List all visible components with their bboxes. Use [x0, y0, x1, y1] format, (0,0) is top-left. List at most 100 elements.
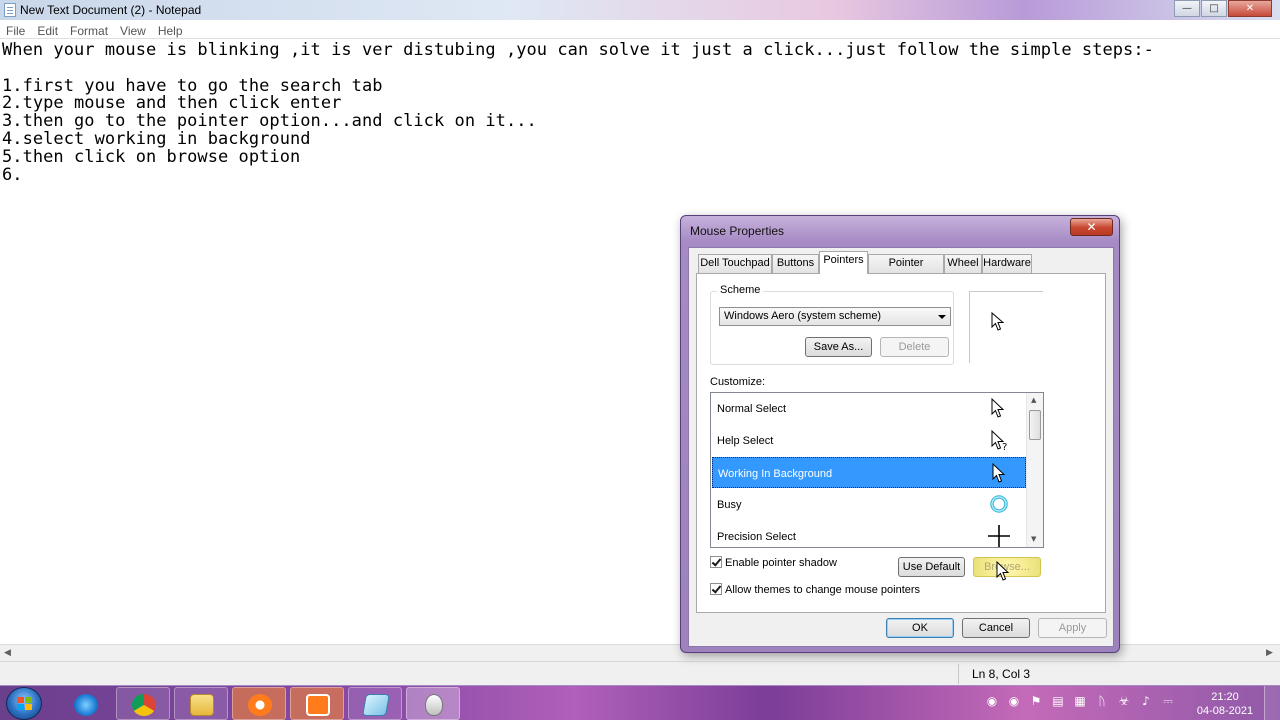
clock-time: 21:20	[1211, 691, 1239, 703]
scroll-down-icon[interactable]: ▼	[1031, 535, 1036, 543]
busy-ring-icon	[990, 495, 1008, 513]
pointer-preview	[969, 291, 1043, 363]
minimize-button[interactable]: —	[1174, 0, 1200, 17]
list-item-label: Precision Select	[717, 531, 796, 543]
list-item-selected[interactable]: Working In Background	[712, 457, 1026, 488]
save-as-button[interactable]: Save As...	[805, 337, 872, 357]
tab-pointers[interactable]: Pointers	[819, 251, 868, 274]
delete-button[interactable]: Delete	[880, 337, 949, 357]
enable-shadow-checkbox[interactable]: Enable pointer shadow	[710, 556, 837, 569]
taskbar-ie[interactable]	[58, 687, 112, 720]
status-bar: Ln 8, Col 3	[0, 661, 1280, 685]
list-item[interactable]: Help Select ?	[712, 425, 1026, 456]
menu-view[interactable]: View	[114, 22, 152, 38]
dialog-title: Mouse Properties	[690, 224, 785, 238]
notepad-title: New Text Document (2) - Notepad	[20, 3, 202, 17]
text-line: 5.then click on browse option	[2, 146, 301, 167]
notepad-icon	[4, 3, 16, 17]
notepad-taskbar-icon	[362, 694, 390, 716]
text-line: 6.	[2, 164, 23, 185]
taskbar-recorder[interactable]	[232, 687, 286, 720]
list-item-label: Busy	[717, 499, 742, 511]
mouse-icon	[425, 694, 443, 716]
use-default-button[interactable]: Use Default	[898, 557, 965, 577]
crosshair-cursor-icon	[988, 525, 1010, 547]
power-tray-icon[interactable]: ⎓	[1161, 694, 1175, 708]
cancel-button[interactable]: Cancel	[962, 618, 1030, 638]
clock[interactable]: 21:20 04-08-2021	[1196, 690, 1254, 718]
list-item[interactable]: Precision Select	[712, 521, 1026, 547]
capture-tray-icon[interactable]: ◉	[1007, 694, 1021, 708]
cursor-position: Ln 8, Col 3	[972, 667, 1031, 681]
tab-pointer-options[interactable]: Pointer Options	[868, 254, 944, 286]
scheme-value: Windows Aero (system scheme)	[724, 310, 882, 322]
list-item-label: Working In Background	[718, 468, 833, 480]
taskbar-camera[interactable]	[290, 687, 344, 720]
internet-explorer-icon	[74, 694, 98, 716]
working-cursor-icon	[992, 462, 1006, 483]
security-tray-icon[interactable]: ☣	[1117, 694, 1131, 708]
list-item[interactable]: Normal Select	[712, 393, 1026, 424]
clock-date: 04-08-2021	[1196, 705, 1254, 717]
start-button[interactable]	[6, 687, 42, 720]
menu-format[interactable]: Format	[64, 22, 114, 38]
taskbar-mouse-properties[interactable]	[406, 687, 460, 720]
chevron-down-icon	[938, 315, 946, 319]
desktop: New Text Document (2) - Notepad — □ ✕ Fi…	[0, 0, 1280, 720]
notepad-menu-bar: File Edit Format View Help	[0, 20, 1280, 39]
system-tray: ◉ ◉ ⚑ ▤ ▦ ᚢ ☣ ♪ ⎓	[985, 694, 1175, 708]
maximize-button[interactable]: □	[1201, 0, 1227, 17]
volume-tray-icon[interactable]: ♪	[1139, 694, 1153, 708]
tab-hardware[interactable]: Hardware	[982, 254, 1032, 273]
dialog-close-button[interactable]: ✕	[1070, 218, 1113, 236]
scroll-left-icon[interactable]: ◀	[4, 648, 11, 658]
taskbar-notepad[interactable]	[348, 687, 402, 720]
apply-button[interactable]: Apply	[1038, 618, 1107, 638]
scheme-label: Scheme	[717, 284, 764, 296]
show-desktop-button[interactable]	[1264, 686, 1280, 720]
scheme-group: Scheme Windows Aero (system scheme) Save…	[710, 284, 954, 365]
tab-wheel[interactable]: Wheel	[944, 254, 982, 273]
menu-file[interactable]: File	[0, 22, 31, 38]
menu-edit[interactable]: Edit	[31, 22, 64, 38]
allow-themes-checkbox[interactable]: Allow themes to change mouse pointers	[710, 583, 920, 596]
arrow-cursor-icon	[991, 397, 1005, 418]
ok-button[interactable]: OK	[886, 618, 954, 638]
mouse-properties-dialog: Mouse Properties ✕ Dell Touchpad Buttons…	[680, 215, 1120, 653]
scroll-thumb[interactable]	[1029, 410, 1041, 440]
checkbox-checked-icon	[710, 556, 722, 568]
close-button[interactable]: ✕	[1228, 0, 1272, 17]
list-item-label: Normal Select	[717, 403, 787, 415]
list-item-label: Help Select	[717, 435, 774, 447]
help-cursor-icon: ?	[991, 429, 1007, 451]
pointer-list[interactable]: Normal Select Help Select ? Working In B…	[710, 392, 1044, 548]
camera-icon	[306, 694, 330, 716]
dialog-client-area: Dell Touchpad Buttons Pointers Pointer O…	[688, 247, 1114, 647]
mouse-pointer-icon	[996, 561, 1010, 581]
status-divider	[958, 664, 959, 684]
menu-help[interactable]: Help	[152, 22, 189, 38]
arrow-cursor-icon	[991, 312, 1005, 331]
pointers-panel: Scheme Windows Aero (system scheme) Save…	[696, 273, 1106, 613]
bluetooth-tray-icon[interactable]: ᚢ	[1095, 694, 1109, 708]
flag-tray-icon[interactable]: ⚑	[1029, 694, 1043, 708]
checkbox-checked-icon	[710, 583, 722, 595]
tab-buttons[interactable]: Buttons	[772, 254, 819, 273]
scroll-right-icon[interactable]: ▶	[1266, 648, 1273, 658]
record-tray-icon[interactable]: ◉	[985, 694, 999, 708]
recorder-icon	[248, 694, 272, 716]
display-tray-icon[interactable]: ▤	[1051, 694, 1065, 708]
scheme-dropdown[interactable]: Windows Aero (system scheme)	[719, 307, 951, 326]
taskbar-chrome[interactable]	[116, 687, 170, 720]
taskbar-explorer[interactable]	[174, 687, 228, 720]
svg-text:?: ?	[1002, 442, 1007, 451]
network-tray-icon[interactable]: ▦	[1073, 694, 1087, 708]
list-item[interactable]: Busy	[712, 489, 1026, 520]
tab-dell-touchpad[interactable]: Dell Touchpad	[698, 254, 772, 273]
pointer-list-scrollbar[interactable]: ▲ ▼	[1026, 393, 1043, 547]
enable-shadow-label: Enable pointer shadow	[725, 557, 837, 569]
customize-label: Customize:	[710, 376, 766, 388]
notepad-title-bar[interactable]: New Text Document (2) - Notepad — □ ✕	[0, 0, 1280, 20]
scroll-up-icon[interactable]: ▲	[1031, 396, 1036, 404]
folder-icon	[190, 694, 214, 716]
